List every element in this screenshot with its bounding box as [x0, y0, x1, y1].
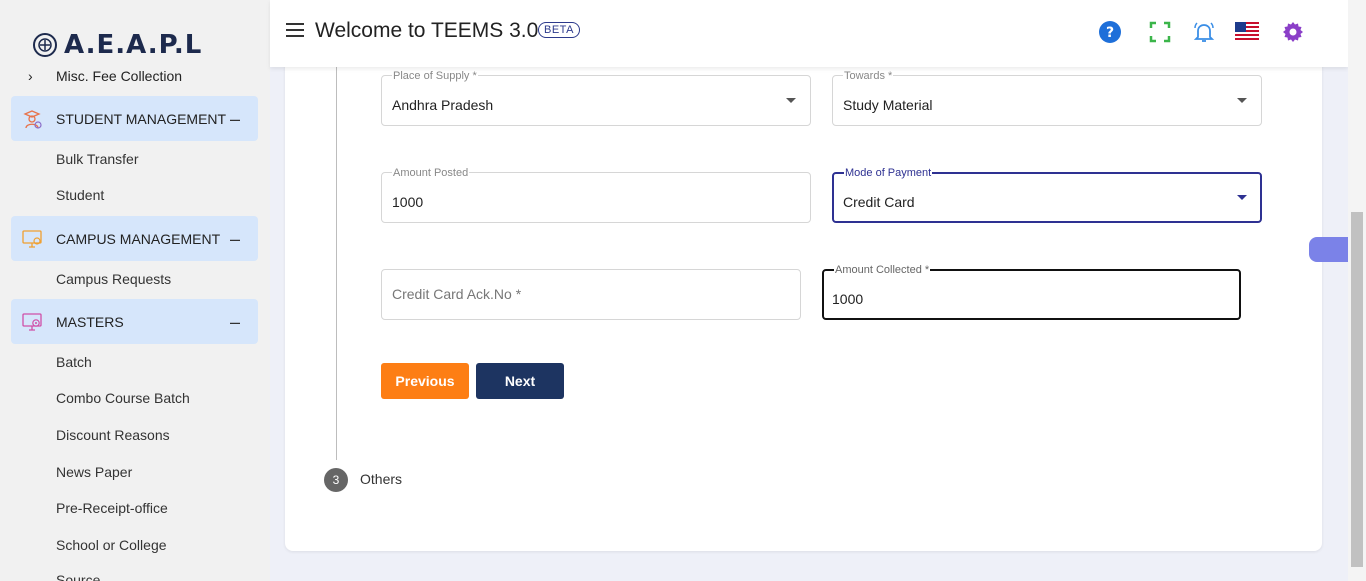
sidebar-item-school-or-college[interactable]: School or College	[56, 535, 167, 555]
sidebar-item-bulk-transfer[interactable]: Bulk Transfer	[56, 149, 138, 169]
svg-text:?: ?	[1106, 25, 1114, 41]
help-icon[interactable]: ?	[1098, 20, 1122, 44]
student-icon	[23, 109, 42, 129]
sidebar-item-student[interactable]: Student	[56, 185, 104, 205]
chevron-right-icon: ›	[28, 68, 33, 84]
notification-bell-icon[interactable]	[1192, 20, 1216, 44]
section-title: MASTERS	[56, 313, 124, 330]
sidebar-item-misc-fee-collection[interactable]: › Misc. Fee Collection	[28, 66, 182, 86]
credit-card-ack-input[interactable]: Credit Card Ack.No *	[381, 269, 801, 320]
step-number: 3	[324, 468, 348, 492]
field-label: Mode of Payment	[844, 167, 933, 179]
place-of-supply-select[interactable]: Place of Supply * Andhra Pradesh	[381, 70, 811, 126]
collapse-icon[interactable]: –	[230, 110, 240, 128]
sidebar-item-label: Misc. Fee Collection	[56, 68, 183, 84]
us-flag-icon[interactable]	[1235, 21, 1259, 41]
dropdown-arrow-icon	[1237, 195, 1247, 200]
sidebar-item-combo-course-batch[interactable]: Combo Course Batch	[56, 388, 190, 408]
field-value: 1000	[832, 291, 864, 307]
side-drawer-tab[interactable]	[1309, 237, 1349, 262]
sidebar-item-discount-reasons[interactable]: Discount Reasons	[56, 425, 170, 445]
sidebar-item-campus-requests[interactable]: Campus Requests	[56, 269, 171, 289]
sidebar-item-source[interactable]: Source	[56, 570, 100, 581]
amount-posted-field[interactable]: Amount Posted 1000	[381, 167, 811, 223]
campus-icon	[22, 229, 42, 248]
towards-select[interactable]: Towards * Study Material	[832, 70, 1262, 126]
field-label: Place of Supply *	[392, 70, 478, 82]
fullscreen-icon[interactable]	[1148, 20, 1172, 44]
top-header: Welcome to TEEMS 3.0 BETA ?	[270, 0, 1348, 67]
sidebar-item-pre-receipt-office[interactable]: Pre-Receipt-office	[56, 498, 168, 518]
beta-badge: BETA	[538, 22, 580, 38]
field-label: Amount Collected *	[834, 264, 931, 276]
field-value: Credit Card	[843, 194, 915, 210]
stepper-connector	[336, 67, 337, 460]
next-button[interactable]: Next	[476, 363, 564, 399]
sidebar-section-campus-management[interactable]: CAMPUS MANAGEMENT –	[11, 216, 258, 261]
emblem-icon	[33, 33, 57, 57]
section-title: CAMPUS MANAGEMENT	[56, 230, 221, 247]
step-label[interactable]: Others	[360, 471, 402, 487]
settings-gear-icon[interactable]	[1281, 20, 1305, 44]
hamburger-menu-icon[interactable]	[286, 23, 304, 37]
field-value: Andhra Pradesh	[392, 97, 494, 113]
logo-text: A.E.A.P.L	[64, 30, 203, 60]
logo[interactable]: A.E.A.P.L	[32, 30, 202, 60]
collapse-icon[interactable]: –	[230, 230, 240, 248]
mode-of-payment-select[interactable]: Mode of Payment Credit Card	[832, 167, 1262, 223]
sidebar: A.E.A.P.L › Misc. Fee Collection STUDENT…	[0, 0, 270, 581]
masters-icon	[22, 312, 42, 331]
sidebar-section-masters[interactable]: MASTERS –	[11, 299, 258, 344]
input-placeholder: Credit Card Ack.No *	[392, 286, 522, 302]
field-label: Amount Posted	[392, 167, 470, 179]
section-title: STUDENT MANAGEMENT	[56, 110, 227, 127]
field-value: 1000	[392, 194, 424, 210]
amount-collected-input[interactable]: Amount Collected * 1000	[822, 264, 1241, 320]
sidebar-section-student-management[interactable]: STUDENT MANAGEMENT –	[11, 96, 258, 141]
sidebar-item-news-paper[interactable]: News Paper	[56, 462, 132, 482]
sidebar-item-batch[interactable]: Batch	[56, 352, 92, 372]
field-value: Study Material	[843, 97, 933, 113]
dropdown-arrow-icon	[1237, 98, 1247, 103]
dropdown-arrow-icon	[786, 98, 796, 103]
vertical-scrollbar-thumb[interactable]	[1351, 212, 1363, 567]
page-title: Welcome to TEEMS 3.0	[315, 19, 539, 42]
collapse-icon[interactable]: –	[230, 313, 240, 331]
previous-button[interactable]: Previous	[381, 363, 469, 399]
field-label: Towards *	[843, 70, 894, 82]
